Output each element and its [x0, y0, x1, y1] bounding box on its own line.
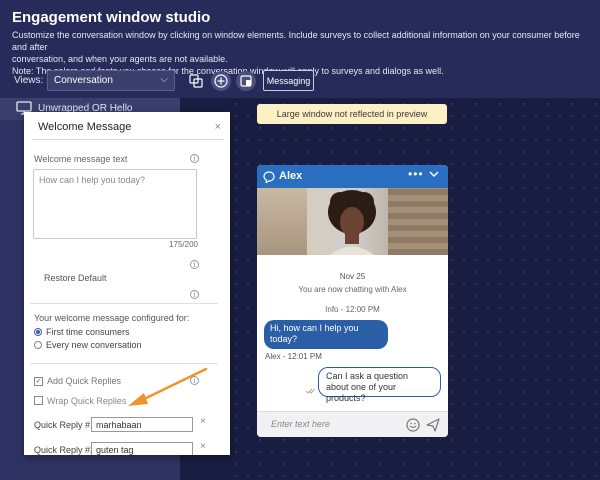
- messaging-button[interactable]: Messaging: [263, 70, 314, 91]
- views-select[interactable]: Conversation ⌵: [47, 70, 175, 91]
- info-icon[interactable]: i: [190, 154, 199, 163]
- description-line-2: conversation, and when your agents are n…: [12, 54, 228, 64]
- add-quick-replies-label: Add Quick Replies: [47, 376, 122, 386]
- radio-every-new-conversation[interactable]: [34, 341, 42, 349]
- quick-reply-2-input[interactable]: guten tag: [91, 442, 193, 455]
- configured-for-label: Your welcome message configured for:: [34, 313, 190, 323]
- photo-background: [388, 188, 448, 255]
- preview-banner: Large window not reflected in preview: [257, 104, 447, 124]
- agent-message-bubble: Hi, how can I help you today?: [264, 320, 388, 349]
- add-window-button[interactable]: [211, 71, 231, 91]
- chat-window-preview[interactable]: Alex ••• Nov 25 You are now chatting wit…: [257, 165, 448, 437]
- info-icon[interactable]: i: [190, 290, 199, 299]
- info-timestamp: Info - 12:00 PM: [325, 305, 380, 314]
- consumer-message-bubble: Can I ask a question about one of your p…: [318, 367, 441, 403]
- close-icon[interactable]: ×: [215, 121, 221, 133]
- wrap-quick-replies-checkbox[interactable]: [34, 396, 43, 405]
- character-counter: 175/200: [169, 240, 198, 249]
- dialog-title: Welcome Message: [38, 121, 132, 133]
- description-line-1: Customize the conversation window by cli…: [12, 30, 580, 52]
- agent-timestamp: Alex - 12:01 PM: [265, 352, 322, 361]
- views-select-value: Conversation: [54, 75, 113, 86]
- divider: [30, 363, 218, 364]
- welcome-text-area[interactable]: How can I help you today?: [33, 169, 197, 239]
- agent-portrait: [328, 190, 376, 255]
- chevron-down-icon: ⌵: [160, 74, 168, 85]
- emoji-icon[interactable]: [406, 418, 420, 432]
- page-title: Engagement window studio: [12, 9, 211, 26]
- chat-input[interactable]: Enter text here: [271, 419, 330, 429]
- remove-quick-reply-1-icon[interactable]: ×: [200, 416, 206, 427]
- window-layout-icon: [240, 75, 252, 87]
- dialog-title-divider: [32, 139, 224, 140]
- quick-reply-1-label: Quick Reply #1: [34, 420, 96, 430]
- welcome-text-label: Welcome message text: [34, 154, 128, 164]
- annotation-arrow-icon: [128, 367, 208, 406]
- info-icon[interactable]: i: [190, 260, 199, 269]
- plus-circle-icon: [214, 74, 228, 88]
- chat-status: You are now chatting with Alex: [298, 285, 407, 294]
- more-options-icon[interactable]: •••: [408, 167, 424, 181]
- radio-every-new-label: Every new conversation: [46, 340, 142, 350]
- quick-reply-2-label: Quick Reply #2: [34, 445, 96, 455]
- chat-bubble-icon: [263, 171, 275, 183]
- send-icon[interactable]: [426, 418, 440, 432]
- divider: [30, 303, 218, 304]
- radio-first-time-consumers[interactable]: [34, 328, 42, 336]
- read-receipt-icon: [305, 388, 316, 394]
- wrap-quick-replies-label: Wrap Quick Replies: [47, 396, 127, 406]
- views-label: Views:: [14, 75, 44, 86]
- chat-date: Nov 25: [339, 272, 366, 281]
- remove-quick-reply-2-icon[interactable]: ×: [200, 441, 206, 452]
- agent-name: Alex: [279, 170, 303, 182]
- chat-header[interactable]: Alex •••: [257, 165, 448, 188]
- quick-reply-1-input[interactable]: marhabaan: [91, 417, 193, 432]
- radio-first-time-label: First time consumers: [46, 327, 130, 337]
- copy-window-button[interactable]: [186, 71, 206, 91]
- chat-input-bar: Enter text here: [257, 411, 448, 437]
- chevron-down-icon[interactable]: [428, 168, 440, 180]
- studio-header: Engagement window studio Customize the c…: [0, 0, 600, 98]
- restore-default-button[interactable]: Restore Default: [44, 273, 107, 283]
- copy-icon: [189, 74, 203, 88]
- add-quick-replies-checkbox[interactable]: ✓: [34, 377, 43, 386]
- photo-background: [257, 188, 307, 255]
- agent-photo: [257, 188, 448, 255]
- window-layout-button[interactable]: [236, 71, 256, 91]
